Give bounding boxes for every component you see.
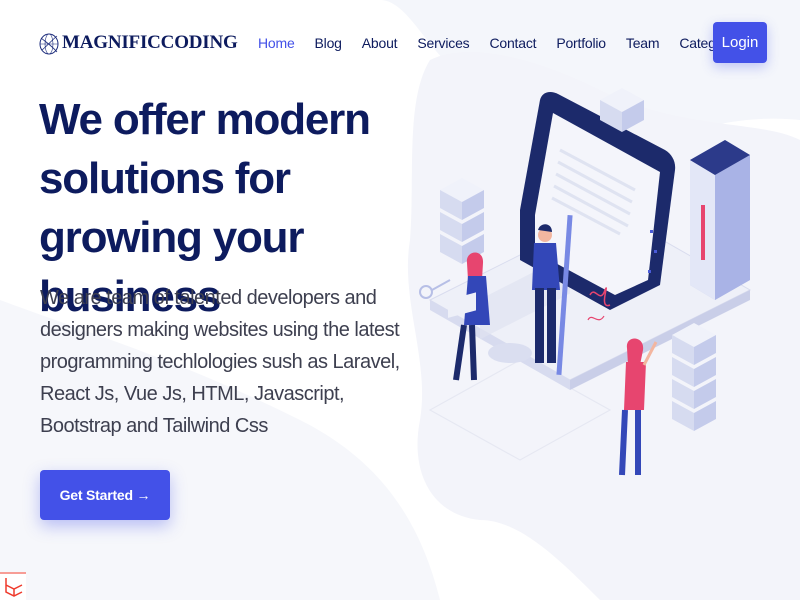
brand-name: MAGNIFICCODING [62, 32, 238, 53]
logo-globe-icon [39, 33, 59, 55]
nav-team-link[interactable]: Team [626, 35, 660, 51]
nav-services-link[interactable]: Services [417, 35, 469, 51]
nav-about-link[interactable]: About [362, 35, 398, 51]
main-nav: Home Blog About Services Contact Portfol… [258, 35, 756, 51]
site-header: MAGNIFICCODING Home Blog About Services … [0, 0, 800, 86]
nav-blog-link[interactable]: Blog [315, 35, 342, 51]
get-started-button[interactable]: Get Started → [40, 470, 170, 520]
nav-portfolio-link[interactable]: Portfolio [556, 35, 606, 51]
login-button[interactable]: Login [713, 22, 767, 63]
hero-description: We are team of talented developers and d… [40, 287, 400, 437]
hero-illustration [419, 88, 752, 476]
nav-contact-link[interactable]: Contact [489, 35, 536, 51]
brand-logo[interactable]: MAGNIFICCODING [38, 28, 238, 58]
laravel-icon[interactable] [0, 572, 26, 600]
nav-home-link[interactable]: Home [258, 35, 295, 51]
